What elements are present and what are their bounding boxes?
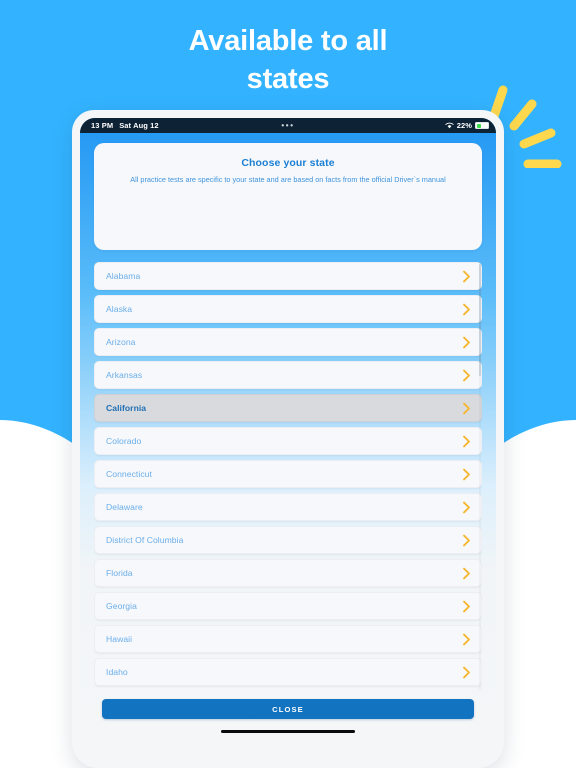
status-bar-right: 22% [445,121,489,130]
chevron-right-icon [463,534,470,546]
scrollbar-thumb[interactable] [478,264,481,376]
state-name-label: Colorado [106,436,142,446]
chevron-right-icon [463,666,470,678]
state-name-label: Arizona [106,337,136,347]
state-list[interactable]: Alabama Alaska Arizona Arkansas California Co… [94,262,482,692]
chevron-right-icon [463,501,470,513]
status-bar: 13 PM Sat Aug 12 ••• 22% [80,118,496,133]
chevron-right-icon [463,336,470,348]
state-name-label: Alabama [106,271,141,281]
battery-icon [475,122,489,129]
chevron-right-icon [463,402,470,414]
chevron-right-icon [463,468,470,480]
close-button[interactable]: CLOSE [102,699,474,719]
state-name-label: Connecticut [106,469,152,479]
state-list-item[interactable]: Hawaii [94,625,482,653]
state-name-label: Delaware [106,502,143,512]
state-list-item[interactable]: Connecticut [94,460,482,488]
page-title-line1: Available to all [188,25,388,57]
state-list-item[interactable]: Idaho [94,658,482,686]
card-subtitle: All practice tests are specific to your … [130,175,446,184]
state-name-label: Georgia [106,601,137,611]
scrollbar-track[interactable] [478,264,481,690]
page-title-line2: states [246,63,330,95]
footer: CLOSE [80,690,496,752]
state-list-item[interactable]: Alaska [94,295,482,323]
battery-fill [476,123,481,128]
app-screenshot: Available to all states 13 PM Sat Aug 12… [0,0,576,768]
battery-percent: 22% [456,121,472,130]
home-indicator[interactable] [221,730,355,734]
state-name-label: Arkansas [106,370,143,380]
state-list-item[interactable]: District Of Columbia [94,526,482,554]
state-name-label: Alaska [106,304,133,314]
state-list-item[interactable]: Arkansas [94,361,482,389]
state-list-item[interactable]: Colorado [94,427,482,455]
state-list-item[interactable]: Florida [94,559,482,587]
choose-state-card: Choose your state All practice tests are… [94,143,482,250]
screen-content: Choose your state All practice tests are… [80,133,496,752]
chevron-right-icon [463,567,470,579]
wifi-icon [445,122,454,129]
state-name-label: Idaho [106,667,128,677]
chevron-right-icon [463,369,470,381]
chevron-right-icon [463,270,470,282]
page-title: Available to all states [0,22,576,98]
chevron-right-icon [463,600,470,612]
chevron-right-icon [463,303,470,315]
state-list-item[interactable]: California [94,394,482,422]
tablet-screen: 13 PM Sat Aug 12 ••• 22% Choose your sta… [80,118,496,752]
state-name-label: California [106,403,147,413]
state-list-item[interactable]: Alabama [94,262,482,290]
chevron-right-icon [463,435,470,447]
state-list-item[interactable]: Arizona [94,328,482,356]
status-date: Sat Aug 12 [119,121,159,130]
state-name-label: Florida [106,568,133,578]
card-title: Choose your state [241,157,335,169]
tablet-device: 13 PM Sat Aug 12 ••• 22% Choose your sta… [72,110,504,768]
state-list-item[interactable]: Georgia [94,592,482,620]
state-list-item[interactable]: Delaware [94,493,482,521]
status-time: 13 PM [91,121,114,130]
state-name-label: Hawaii [106,634,133,644]
status-bar-left: 13 PM Sat Aug 12 [87,121,159,130]
chevron-right-icon [463,633,470,645]
state-name-label: District Of Columbia [106,535,184,545]
